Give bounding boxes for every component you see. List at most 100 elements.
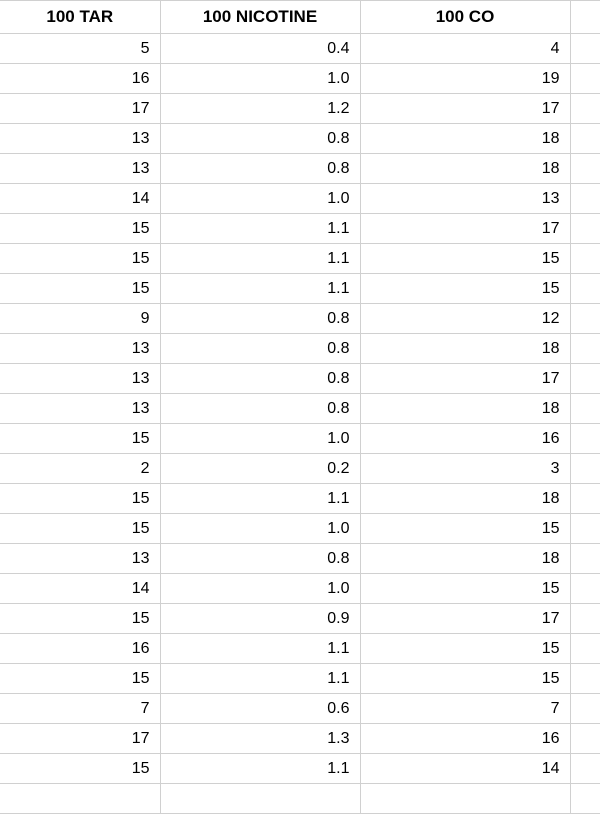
cell-nicotine[interactable]: 1.3 — [160, 724, 360, 754]
cell-tar[interactable]: 13 — [0, 154, 160, 184]
cell-co[interactable]: 18 — [360, 394, 570, 424]
cell-co[interactable]: 16 — [360, 724, 570, 754]
cell-co[interactable]: 15 — [360, 514, 570, 544]
cell-nicotine[interactable]: 1.0 — [160, 184, 360, 214]
cell-tar[interactable]: 5 — [0, 34, 160, 64]
cell-nicotine[interactable]: 0.8 — [160, 364, 360, 394]
cell-tar[interactable]: 17 — [0, 724, 160, 754]
cell-tar[interactable]: 13 — [0, 124, 160, 154]
cell-empty — [570, 514, 600, 544]
cell-co[interactable]: 15 — [360, 664, 570, 694]
cell-nicotine[interactable]: 0.4 — [160, 34, 360, 64]
table-row: 141.015 — [0, 574, 600, 604]
cell-nicotine[interactable]: 0.9 — [160, 604, 360, 634]
cell-co[interactable]: 14 — [360, 754, 570, 784]
cell-co[interactable]: 15 — [360, 634, 570, 664]
cell-tar[interactable]: 15 — [0, 424, 160, 454]
table-row: 151.016 — [0, 424, 600, 454]
table-row: 130.817 — [0, 364, 600, 394]
data-table: 100 TAR 100 NICOTINE 100 CO 50.44161.019… — [0, 0, 600, 814]
cell-tar[interactable]: 17 — [0, 94, 160, 124]
cell-tar[interactable]: 14 — [0, 184, 160, 214]
cell-nicotine[interactable]: 0.8 — [160, 394, 360, 424]
cell-nicotine[interactable]: 0.8 — [160, 124, 360, 154]
cell-tar[interactable]: 14 — [0, 574, 160, 604]
cell-nicotine[interactable]: 1.2 — [160, 94, 360, 124]
cell-tar[interactable]: 16 — [0, 634, 160, 664]
cell-empty[interactable] — [0, 784, 160, 814]
cell-co[interactable]: 12 — [360, 304, 570, 334]
cell-nicotine[interactable]: 1.1 — [160, 664, 360, 694]
cell-empty — [570, 364, 600, 394]
cell-nicotine[interactable]: 0.8 — [160, 544, 360, 574]
cell-co[interactable]: 18 — [360, 334, 570, 364]
cell-co[interactable]: 18 — [360, 124, 570, 154]
cell-empty — [570, 604, 600, 634]
cell-nicotine[interactable]: 0.2 — [160, 454, 360, 484]
cell-tar[interactable]: 13 — [0, 394, 160, 424]
cell-empty[interactable] — [570, 784, 600, 814]
cell-nicotine[interactable]: 0.6 — [160, 694, 360, 724]
cell-co[interactable]: 18 — [360, 484, 570, 514]
cell-co[interactable]: 16 — [360, 424, 570, 454]
cell-co[interactable]: 19 — [360, 64, 570, 94]
cell-tar[interactable]: 15 — [0, 754, 160, 784]
cell-nicotine[interactable]: 1.0 — [160, 514, 360, 544]
cell-empty — [570, 154, 600, 184]
cell-tar[interactable]: 15 — [0, 244, 160, 274]
cell-tar[interactable]: 15 — [0, 484, 160, 514]
cell-co[interactable]: 7 — [360, 694, 570, 724]
cell-co[interactable]: 17 — [360, 604, 570, 634]
cell-tar[interactable]: 15 — [0, 214, 160, 244]
table-row: 151.115 — [0, 664, 600, 694]
cell-tar[interactable]: 2 — [0, 454, 160, 484]
cell-tar[interactable]: 7 — [0, 694, 160, 724]
cell-co[interactable]: 17 — [360, 214, 570, 244]
cell-co[interactable]: 18 — [360, 154, 570, 184]
cell-nicotine[interactable]: 1.1 — [160, 244, 360, 274]
table-row: 161.019 — [0, 64, 600, 94]
cell-nicotine[interactable]: 1.0 — [160, 424, 360, 454]
cell-nicotine[interactable]: 0.8 — [160, 304, 360, 334]
cell-co[interactable]: 3 — [360, 454, 570, 484]
cell-tar[interactable]: 13 — [0, 364, 160, 394]
header-tar[interactable]: 100 TAR — [0, 1, 160, 34]
cell-co[interactable]: 4 — [360, 34, 570, 64]
cell-empty — [570, 34, 600, 64]
cell-co[interactable]: 17 — [360, 364, 570, 394]
table-row — [0, 784, 600, 814]
header-co[interactable]: 100 CO — [360, 1, 570, 34]
cell-nicotine[interactable]: 1.1 — [160, 634, 360, 664]
cell-tar[interactable]: 15 — [0, 274, 160, 304]
cell-nicotine[interactable]: 1.1 — [160, 484, 360, 514]
cell-nicotine[interactable]: 1.1 — [160, 214, 360, 244]
cell-nicotine[interactable]: 1.1 — [160, 754, 360, 784]
cell-tar[interactable]: 15 — [0, 604, 160, 634]
cell-tar[interactable]: 16 — [0, 64, 160, 94]
cell-empty[interactable] — [160, 784, 360, 814]
cell-empty — [570, 334, 600, 364]
cell-nicotine[interactable]: 0.8 — [160, 334, 360, 364]
header-nicotine[interactable]: 100 NICOTINE — [160, 1, 360, 34]
cell-co[interactable]: 15 — [360, 574, 570, 604]
cell-nicotine[interactable]: 1.0 — [160, 64, 360, 94]
cell-tar[interactable]: 13 — [0, 334, 160, 364]
cell-tar[interactable]: 13 — [0, 544, 160, 574]
table-row: 70.67 — [0, 694, 600, 724]
cell-co[interactable]: 15 — [360, 244, 570, 274]
cell-tar[interactable]: 15 — [0, 514, 160, 544]
cell-co[interactable]: 13 — [360, 184, 570, 214]
cell-empty[interactable] — [360, 784, 570, 814]
cell-tar[interactable]: 9 — [0, 304, 160, 334]
table-row: 130.818 — [0, 334, 600, 364]
cell-co[interactable]: 17 — [360, 94, 570, 124]
cell-co[interactable]: 15 — [360, 274, 570, 304]
cell-nicotine[interactable]: 1.1 — [160, 274, 360, 304]
cell-empty — [570, 424, 600, 454]
cell-tar[interactable]: 15 — [0, 664, 160, 694]
table-row: 151.118 — [0, 484, 600, 514]
cell-nicotine[interactable]: 0.8 — [160, 154, 360, 184]
cell-nicotine[interactable]: 1.0 — [160, 574, 360, 604]
cell-co[interactable]: 18 — [360, 544, 570, 574]
cell-empty — [570, 484, 600, 514]
